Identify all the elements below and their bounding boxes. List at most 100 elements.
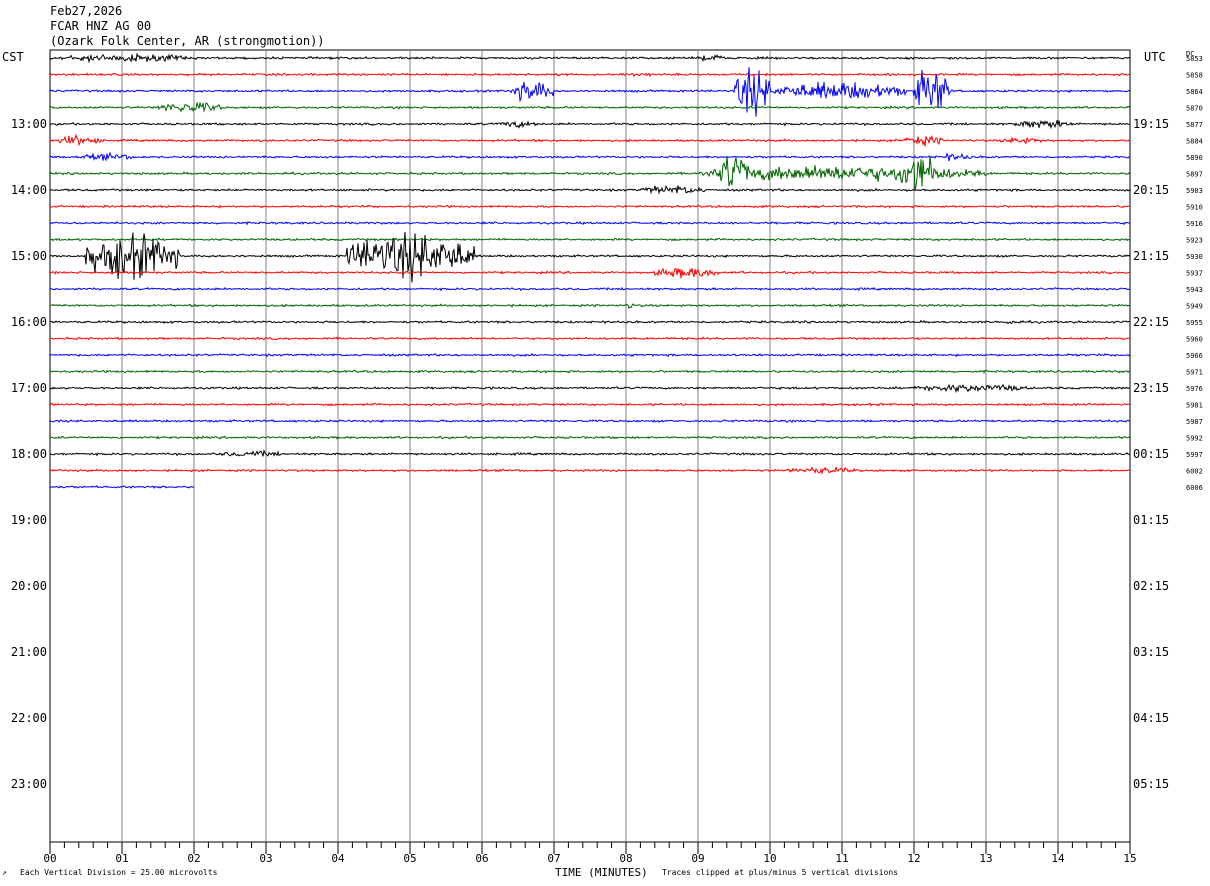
dc-offset-label: 5864 bbox=[1186, 88, 1203, 96]
dc-offset-label: 5930 bbox=[1186, 253, 1203, 261]
dc-offset-label: 5992 bbox=[1186, 435, 1203, 443]
x-tick-label: 07 bbox=[547, 852, 560, 865]
dc-offset-label: 5966 bbox=[1186, 352, 1203, 360]
header-date: Feb27,2026 bbox=[50, 4, 123, 18]
trace-line bbox=[49, 303, 1131, 310]
x-tick-label: 10 bbox=[763, 852, 776, 865]
cst-hour-label: 21:00 bbox=[11, 645, 47, 659]
cst-hour-label: 18:00 bbox=[11, 447, 47, 461]
trace-line bbox=[49, 466, 1131, 475]
x-tick-label: 05 bbox=[403, 852, 416, 865]
dc-offset-label: 5949 bbox=[1186, 303, 1203, 311]
dc-label: DC bbox=[1186, 50, 1195, 58]
trace-line bbox=[49, 267, 1130, 279]
x-tick-label: 13 bbox=[979, 852, 992, 865]
trace-line bbox=[49, 237, 1131, 242]
dc-offset-label: 5987 bbox=[1186, 418, 1203, 426]
utc-hour-label: 22:15 bbox=[1133, 315, 1169, 329]
utc-hour-label: 23:15 bbox=[1133, 381, 1169, 395]
trace-line bbox=[49, 221, 1131, 226]
trace-line bbox=[49, 52, 1131, 64]
trace-line bbox=[49, 369, 1131, 375]
trace-line bbox=[49, 151, 1131, 162]
dc-offset-label: 5981 bbox=[1186, 402, 1203, 410]
x-axis-label: TIME (MINUTES) bbox=[555, 866, 648, 879]
cst-hour-label: 20:00 bbox=[11, 579, 47, 593]
division-note: Each Vertical Division = 25.00 microvolt… bbox=[20, 868, 218, 877]
dc-offset-label: 5897 bbox=[1186, 171, 1203, 179]
utc-hour-label: 05:15 bbox=[1133, 777, 1169, 791]
x-tick-label: 02 bbox=[187, 852, 200, 865]
x-tick-label: 00 bbox=[43, 852, 56, 865]
x-tick-label: 04 bbox=[331, 852, 345, 865]
trace-line bbox=[49, 204, 1131, 209]
x-tick-label: 01 bbox=[115, 852, 128, 865]
dc-offset-label: 5884 bbox=[1186, 138, 1203, 146]
x-tick-label: 06 bbox=[475, 852, 488, 865]
dc-offset-label: 5976 bbox=[1186, 385, 1203, 393]
trace-line bbox=[49, 72, 1131, 78]
trace-line bbox=[49, 155, 1131, 191]
cst-hour-label: 15:00 bbox=[11, 249, 47, 263]
trace-line bbox=[49, 119, 1131, 130]
x-tick-label: 11 bbox=[835, 852, 848, 865]
cst-hour-label: 22:00 bbox=[11, 711, 47, 725]
dc-offset-label: 5943 bbox=[1186, 286, 1203, 294]
utc-hour-label: 03:15 bbox=[1133, 645, 1169, 659]
x-tick-label: 12 bbox=[907, 852, 920, 865]
tz-left-label: CST bbox=[2, 50, 24, 64]
cst-hour-label: 16:00 bbox=[11, 315, 47, 329]
dc-offset-label: 5971 bbox=[1186, 369, 1203, 377]
trace-line bbox=[49, 435, 1131, 440]
dc-offset-label: 5903 bbox=[1186, 187, 1203, 195]
x-tick-label: 09 bbox=[691, 852, 704, 865]
trace-line bbox=[49, 418, 1131, 424]
dc-offset-label: 5890 bbox=[1186, 154, 1203, 162]
cst-hour-label: 13:00 bbox=[11, 117, 47, 131]
dc-offset-label: 5955 bbox=[1186, 319, 1203, 327]
utc-hour-label: 04:15 bbox=[1133, 711, 1169, 725]
dc-offset-label: 6002 bbox=[1186, 468, 1203, 476]
utc-hour-label: 21:15 bbox=[1133, 249, 1169, 263]
dc-offset-label: 6006 bbox=[1186, 484, 1203, 492]
trace-line bbox=[49, 336, 1131, 341]
cst-hour-label: 19:00 bbox=[11, 513, 47, 527]
x-tick-label: 08 bbox=[619, 852, 632, 865]
trace-line bbox=[49, 286, 1130, 292]
x-tick-label: 15 bbox=[1123, 852, 1136, 865]
trace-line bbox=[49, 185, 1131, 195]
x-tick-label: 14 bbox=[1051, 852, 1065, 865]
dc-offset-label: 5858 bbox=[1186, 72, 1203, 80]
utc-hour-label: 19:15 bbox=[1133, 117, 1169, 131]
trace-line bbox=[49, 102, 1131, 113]
header-channel: FCAR HNZ AG 00 bbox=[50, 19, 152, 33]
seismogram-chart: 00 01 02 03 04 05 06 07 08 09 10 11 12 13 14 15 13:00 19:… bbox=[11, 49, 1203, 865]
dc-offset-label: 5870 bbox=[1186, 105, 1203, 113]
dc-offset-label: 5997 bbox=[1186, 451, 1203, 459]
clip-note: Traces clipped at plus/minus 5 vertical … bbox=[662, 868, 899, 877]
dc-offset-label: 5877 bbox=[1186, 121, 1203, 129]
cst-hour-label: 14:00 bbox=[11, 183, 47, 197]
utc-hour-label: 01:15 bbox=[1133, 513, 1169, 527]
dc-offset-label: 5937 bbox=[1186, 270, 1203, 278]
plot-frame bbox=[49, 49, 1131, 843]
tz-right-label: UTC bbox=[1144, 50, 1166, 64]
dc-offset-label: 5923 bbox=[1186, 237, 1203, 245]
cst-hour-label: 23:00 bbox=[11, 777, 47, 791]
dc-offset-label: 5916 bbox=[1186, 220, 1203, 228]
utc-hour-label: 20:15 bbox=[1133, 183, 1169, 197]
trace-line bbox=[49, 133, 1131, 147]
utc-hour-label: 00:15 bbox=[1133, 447, 1169, 461]
utc-hour-label: 02:15 bbox=[1133, 579, 1169, 593]
dc-offset-label: 5910 bbox=[1186, 204, 1203, 212]
dc-offset-label: 5960 bbox=[1186, 336, 1203, 344]
corner-mark: ↗ bbox=[2, 868, 7, 877]
trace-line bbox=[49, 383, 1131, 394]
x-tick-label: 03 bbox=[259, 852, 272, 865]
trace-line bbox=[49, 449, 1131, 457]
cst-hour-label: 17:00 bbox=[11, 381, 47, 395]
trace-line bbox=[49, 319, 1131, 325]
trace-line bbox=[49, 402, 1131, 407]
header-station: (Ozark Folk Center, AR (strongmotion)) bbox=[50, 34, 325, 48]
trace-line bbox=[49, 352, 1131, 358]
